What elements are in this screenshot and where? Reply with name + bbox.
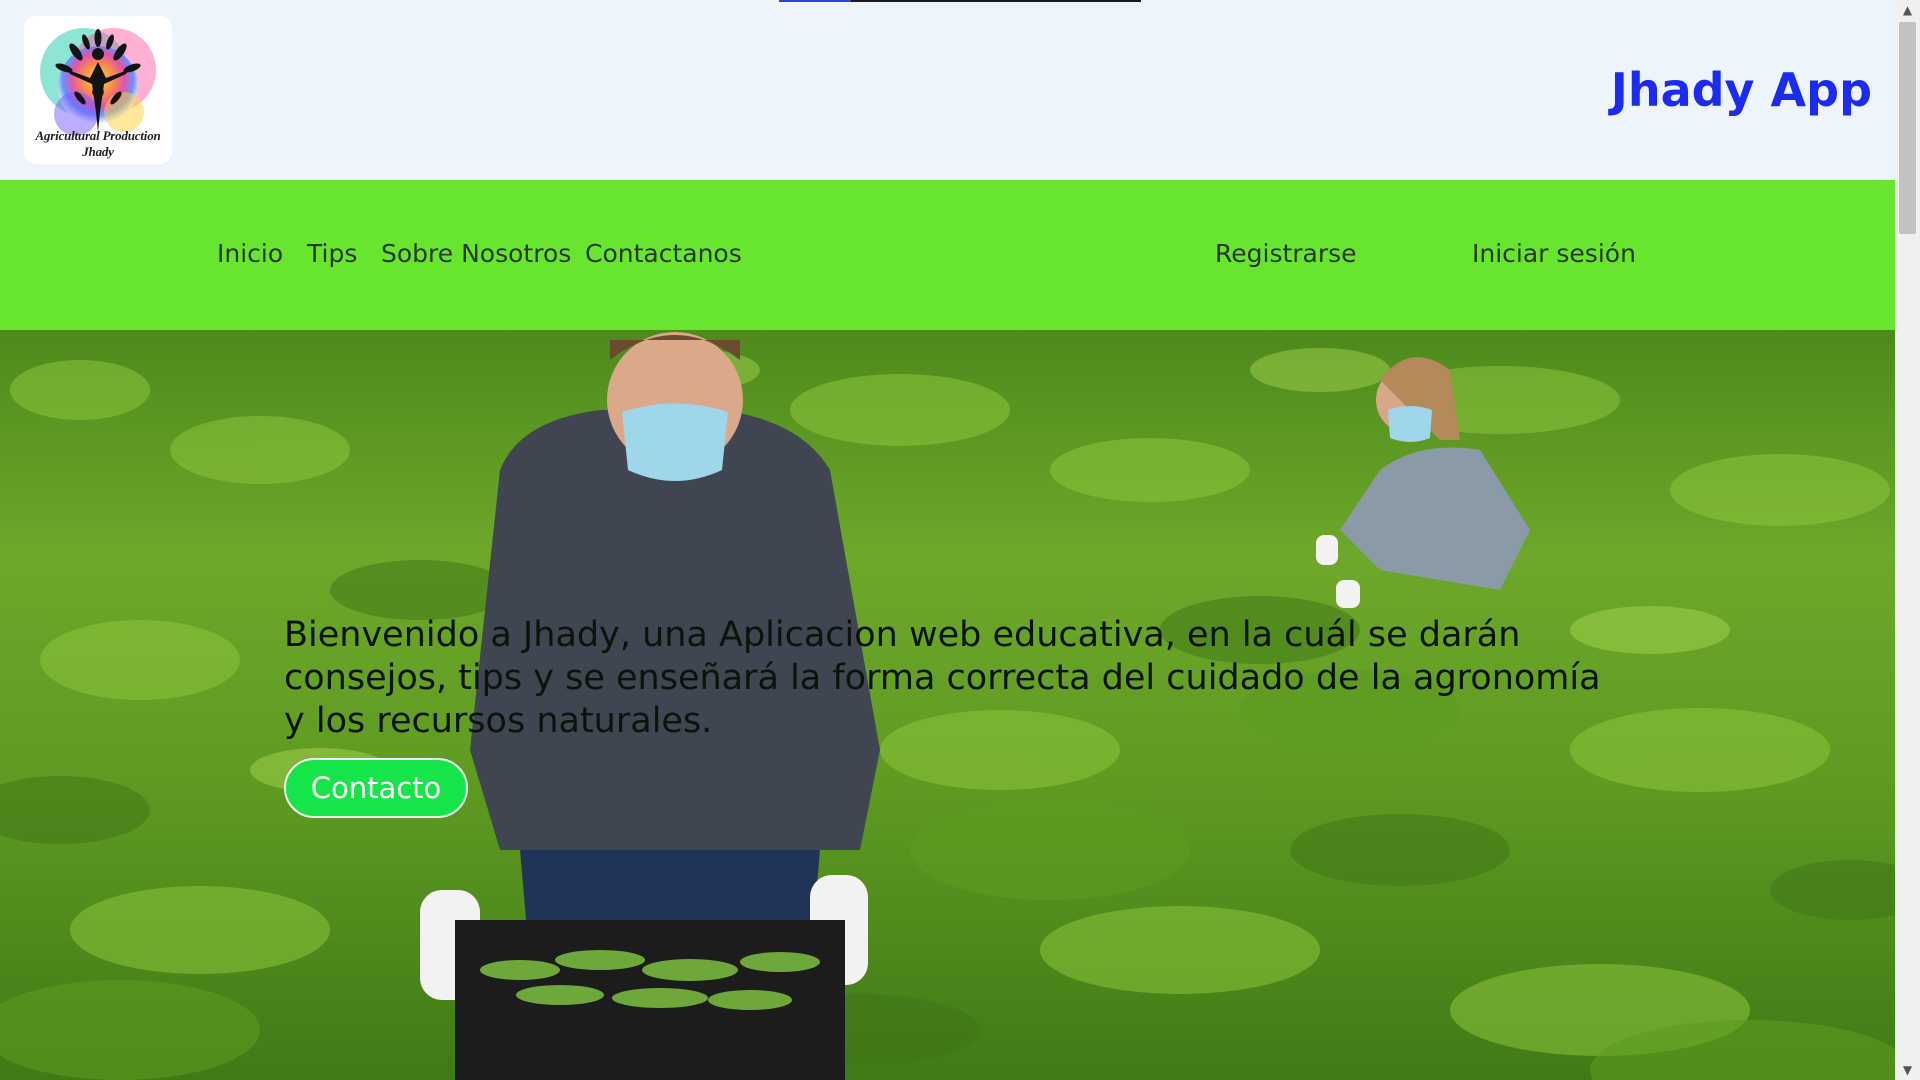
scrollbar-thumb[interactable] bbox=[1899, 22, 1916, 234]
site-logo[interactable]: Agricultural Production Jhady bbox=[24, 16, 172, 164]
scroll-up-icon[interactable]: ▲ bbox=[1895, 0, 1920, 20]
vertical-scrollbar[interactable]: ▲ ▼ bbox=[1895, 0, 1920, 1080]
hero-section: Bienvenido a Jhady, una Aplicacion web e… bbox=[0, 330, 1895, 1080]
site-header: Agricultural Production Jhady Jhady App bbox=[0, 0, 1895, 180]
hero-welcome-text: Bienvenido a Jhady, una Aplicacion web e… bbox=[284, 615, 1601, 741]
scroll-down-icon[interactable]: ▼ bbox=[1895, 1060, 1920, 1080]
page: Agricultural Production Jhady Jhady App … bbox=[0, 0, 1895, 1080]
nav-link-inicio[interactable]: Inicio bbox=[217, 237, 283, 271]
app-title: Jhady App bbox=[1610, 63, 1872, 117]
main-navbar: Inicio Tips Sobre Nosotros Contactanos R… bbox=[0, 180, 1895, 330]
nav-link-tips[interactable]: Tips bbox=[307, 237, 357, 271]
login-link[interactable]: Iniciar sesión bbox=[1472, 237, 1636, 271]
nav-link-contactanos[interactable]: Contactanos bbox=[585, 237, 742, 271]
page-load-progress-fill bbox=[779, 0, 852, 2]
register-link[interactable]: Registrarse bbox=[1215, 237, 1357, 271]
logo-caption: Agricultural Production Jhady bbox=[35, 128, 161, 159]
page-load-progress-bar bbox=[779, 0, 1141, 2]
contact-button[interactable]: Contacto bbox=[284, 758, 468, 818]
nav-link-sobre-nosotros[interactable]: Sobre Nosotros bbox=[381, 237, 571, 271]
